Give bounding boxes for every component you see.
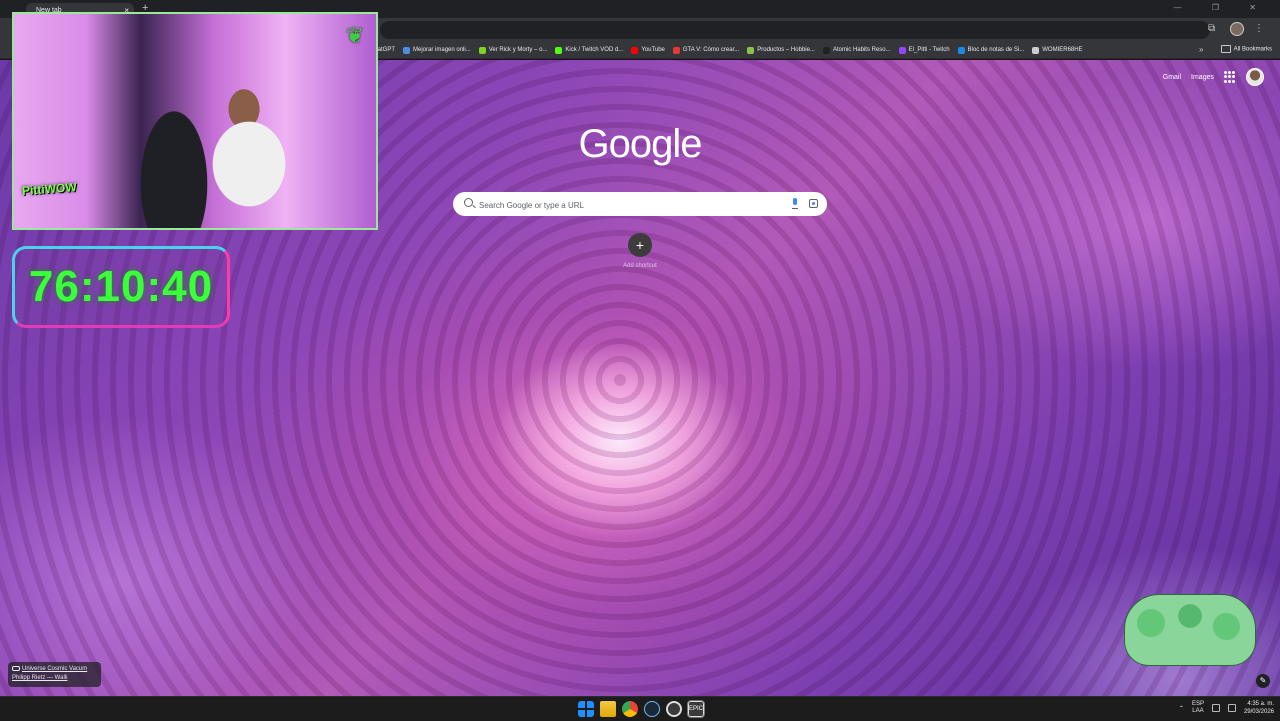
bookmark-favicon-icon xyxy=(478,46,486,54)
webcam-overlay: PittiWOW ❦ xyxy=(12,12,378,230)
bookmark-label: El_Pitti - Twitch xyxy=(908,47,950,53)
menu-icon[interactable]: ⋮ xyxy=(1254,23,1266,35)
bookmark-favicon-icon xyxy=(898,46,906,54)
google-apps-icon[interactable] xyxy=(1224,71,1236,83)
bookmark-favicon-icon xyxy=(747,46,755,54)
bookmark-favicon-icon xyxy=(672,46,680,54)
bookmark-item[interactable]: Productos – Hobbie... xyxy=(747,46,815,54)
network-icon[interactable] xyxy=(1211,704,1220,712)
bookmark-item[interactable]: WOMIER68HE xyxy=(1032,46,1083,54)
tray-chevron-icon[interactable]: ⌃ xyxy=(1179,705,1184,712)
wallpaper-attribution[interactable]: Universe Cosmic Vacum Philipp Rietz — Wa… xyxy=(8,662,101,687)
attribution-title-link[interactable]: Universe Cosmic Vacum xyxy=(12,665,97,674)
all-bookmarks-label: All Bookmarks xyxy=(1233,46,1272,53)
bookmark-favicon-icon xyxy=(822,46,830,54)
bookmark-label: Ver Rick y Morty – o... xyxy=(488,47,548,53)
search-input[interactable] xyxy=(477,196,771,214)
bookmark-label: YouTube xyxy=(641,47,665,53)
bookmark-item[interactable]: Mejorar imagen onli... xyxy=(403,46,471,54)
bookmark-item[interactable]: Kick / Twitch VOD d... xyxy=(555,46,624,54)
search-icon xyxy=(464,198,473,207)
bookmark-favicon-icon xyxy=(957,46,965,54)
bookmark-favicon-icon xyxy=(1032,46,1040,54)
extensions-icon[interactable]: ⧉ xyxy=(1208,23,1220,35)
add-shortcut-icon[interactable]: + xyxy=(628,233,652,257)
address-bar[interactable] xyxy=(380,21,1210,39)
file-explorer-icon[interactable] xyxy=(600,701,616,717)
bookmark-item[interactable]: Atomic Habits Reso... xyxy=(822,46,891,54)
all-bookmarks-button[interactable]: All Bookmarks xyxy=(1220,45,1272,53)
bookmark-favicon-icon xyxy=(631,46,639,54)
bookmark-item[interactable]: GTA V: Cómo crear... xyxy=(672,46,740,54)
bookmark-label: WOMIER68HE xyxy=(1042,47,1083,53)
ntp-header-links: Gmail Images xyxy=(1163,68,1264,86)
folder-icon xyxy=(1220,45,1231,53)
bookmarks-list: ChatGPT Mejorar imagen onli... Ver Rick y … xyxy=(360,42,1083,58)
bookmark-item[interactable]: Ver Rick y Morty – o... xyxy=(478,46,548,54)
bookmark-item[interactable]: YouTube xyxy=(631,46,665,54)
bookmark-label: GTA V: Cómo crear... xyxy=(682,47,740,53)
add-shortcut-label: Add shortcut xyxy=(623,263,657,269)
add-shortcut[interactable]: + Add shortcut xyxy=(623,233,657,269)
bookmark-item[interactable]: Bloc de notas de Si... xyxy=(957,46,1025,54)
microphone-icon[interactable] xyxy=(792,198,798,209)
leaf-icon: ❦ xyxy=(345,23,365,48)
profile-avatar-icon[interactable] xyxy=(1230,22,1244,36)
account-avatar[interactable] xyxy=(1246,68,1264,86)
stream-timer: 76:10:40 xyxy=(12,246,230,328)
images-link[interactable]: Images xyxy=(1191,74,1214,81)
google-lens-icon[interactable] xyxy=(809,199,818,208)
language-indicator[interactable]: ESP LAA xyxy=(1192,701,1204,715)
search-box[interactable] xyxy=(453,192,827,216)
window-controls[interactable]: — ❐ ✕ xyxy=(1174,3,1270,12)
bookmarks-overflow-button[interactable]: » xyxy=(1199,45,1203,54)
clock-time: 4:35 a. m. xyxy=(1247,701,1274,707)
bookmark-label: Mejorar imagen onli... xyxy=(413,47,471,53)
link-icon xyxy=(12,665,20,671)
plant-overlay-image xyxy=(1124,594,1256,666)
bookmark-label: Atomic Habits Reso... xyxy=(832,47,891,53)
system-tray: ⌃ ESP LAA 4:35 a. m. 29/03/2026 xyxy=(1179,700,1274,716)
epic-games-icon[interactable]: EPIC xyxy=(687,700,705,718)
windows-start-icon[interactable] xyxy=(578,701,594,717)
gmail-link[interactable]: Gmail xyxy=(1163,74,1181,81)
attribution-author-link[interactable]: Philipp Rietz — Walli xyxy=(12,674,97,683)
bookmark-label: Bloc de notas de Si... xyxy=(967,47,1025,53)
bookmark-favicon-icon xyxy=(555,46,563,54)
streamer-logo: PittiWOW xyxy=(21,180,78,198)
volume-icon[interactable] xyxy=(1227,704,1236,712)
obs-icon[interactable] xyxy=(666,701,682,717)
chrome-icon[interactable] xyxy=(622,701,638,717)
bookmark-item[interactable]: El_Pitti - Twitch xyxy=(898,46,950,54)
customize-edit-icon[interactable]: ✎ xyxy=(1256,674,1270,688)
steam-icon[interactable] xyxy=(644,701,660,717)
taskbar: EPIC ⌃ ESP LAA 4:35 a. m. 29/03/2026 xyxy=(0,696,1280,721)
clock-date: 29/03/2026 xyxy=(1243,709,1274,715)
bookmark-label: Kick / Twitch VOD d... xyxy=(565,47,624,53)
clock[interactable]: 4:35 a. m. 29/03/2026 xyxy=(1244,700,1274,716)
bookmark-label: Productos – Hobbie... xyxy=(757,47,815,53)
bookmark-favicon-icon xyxy=(403,46,411,54)
